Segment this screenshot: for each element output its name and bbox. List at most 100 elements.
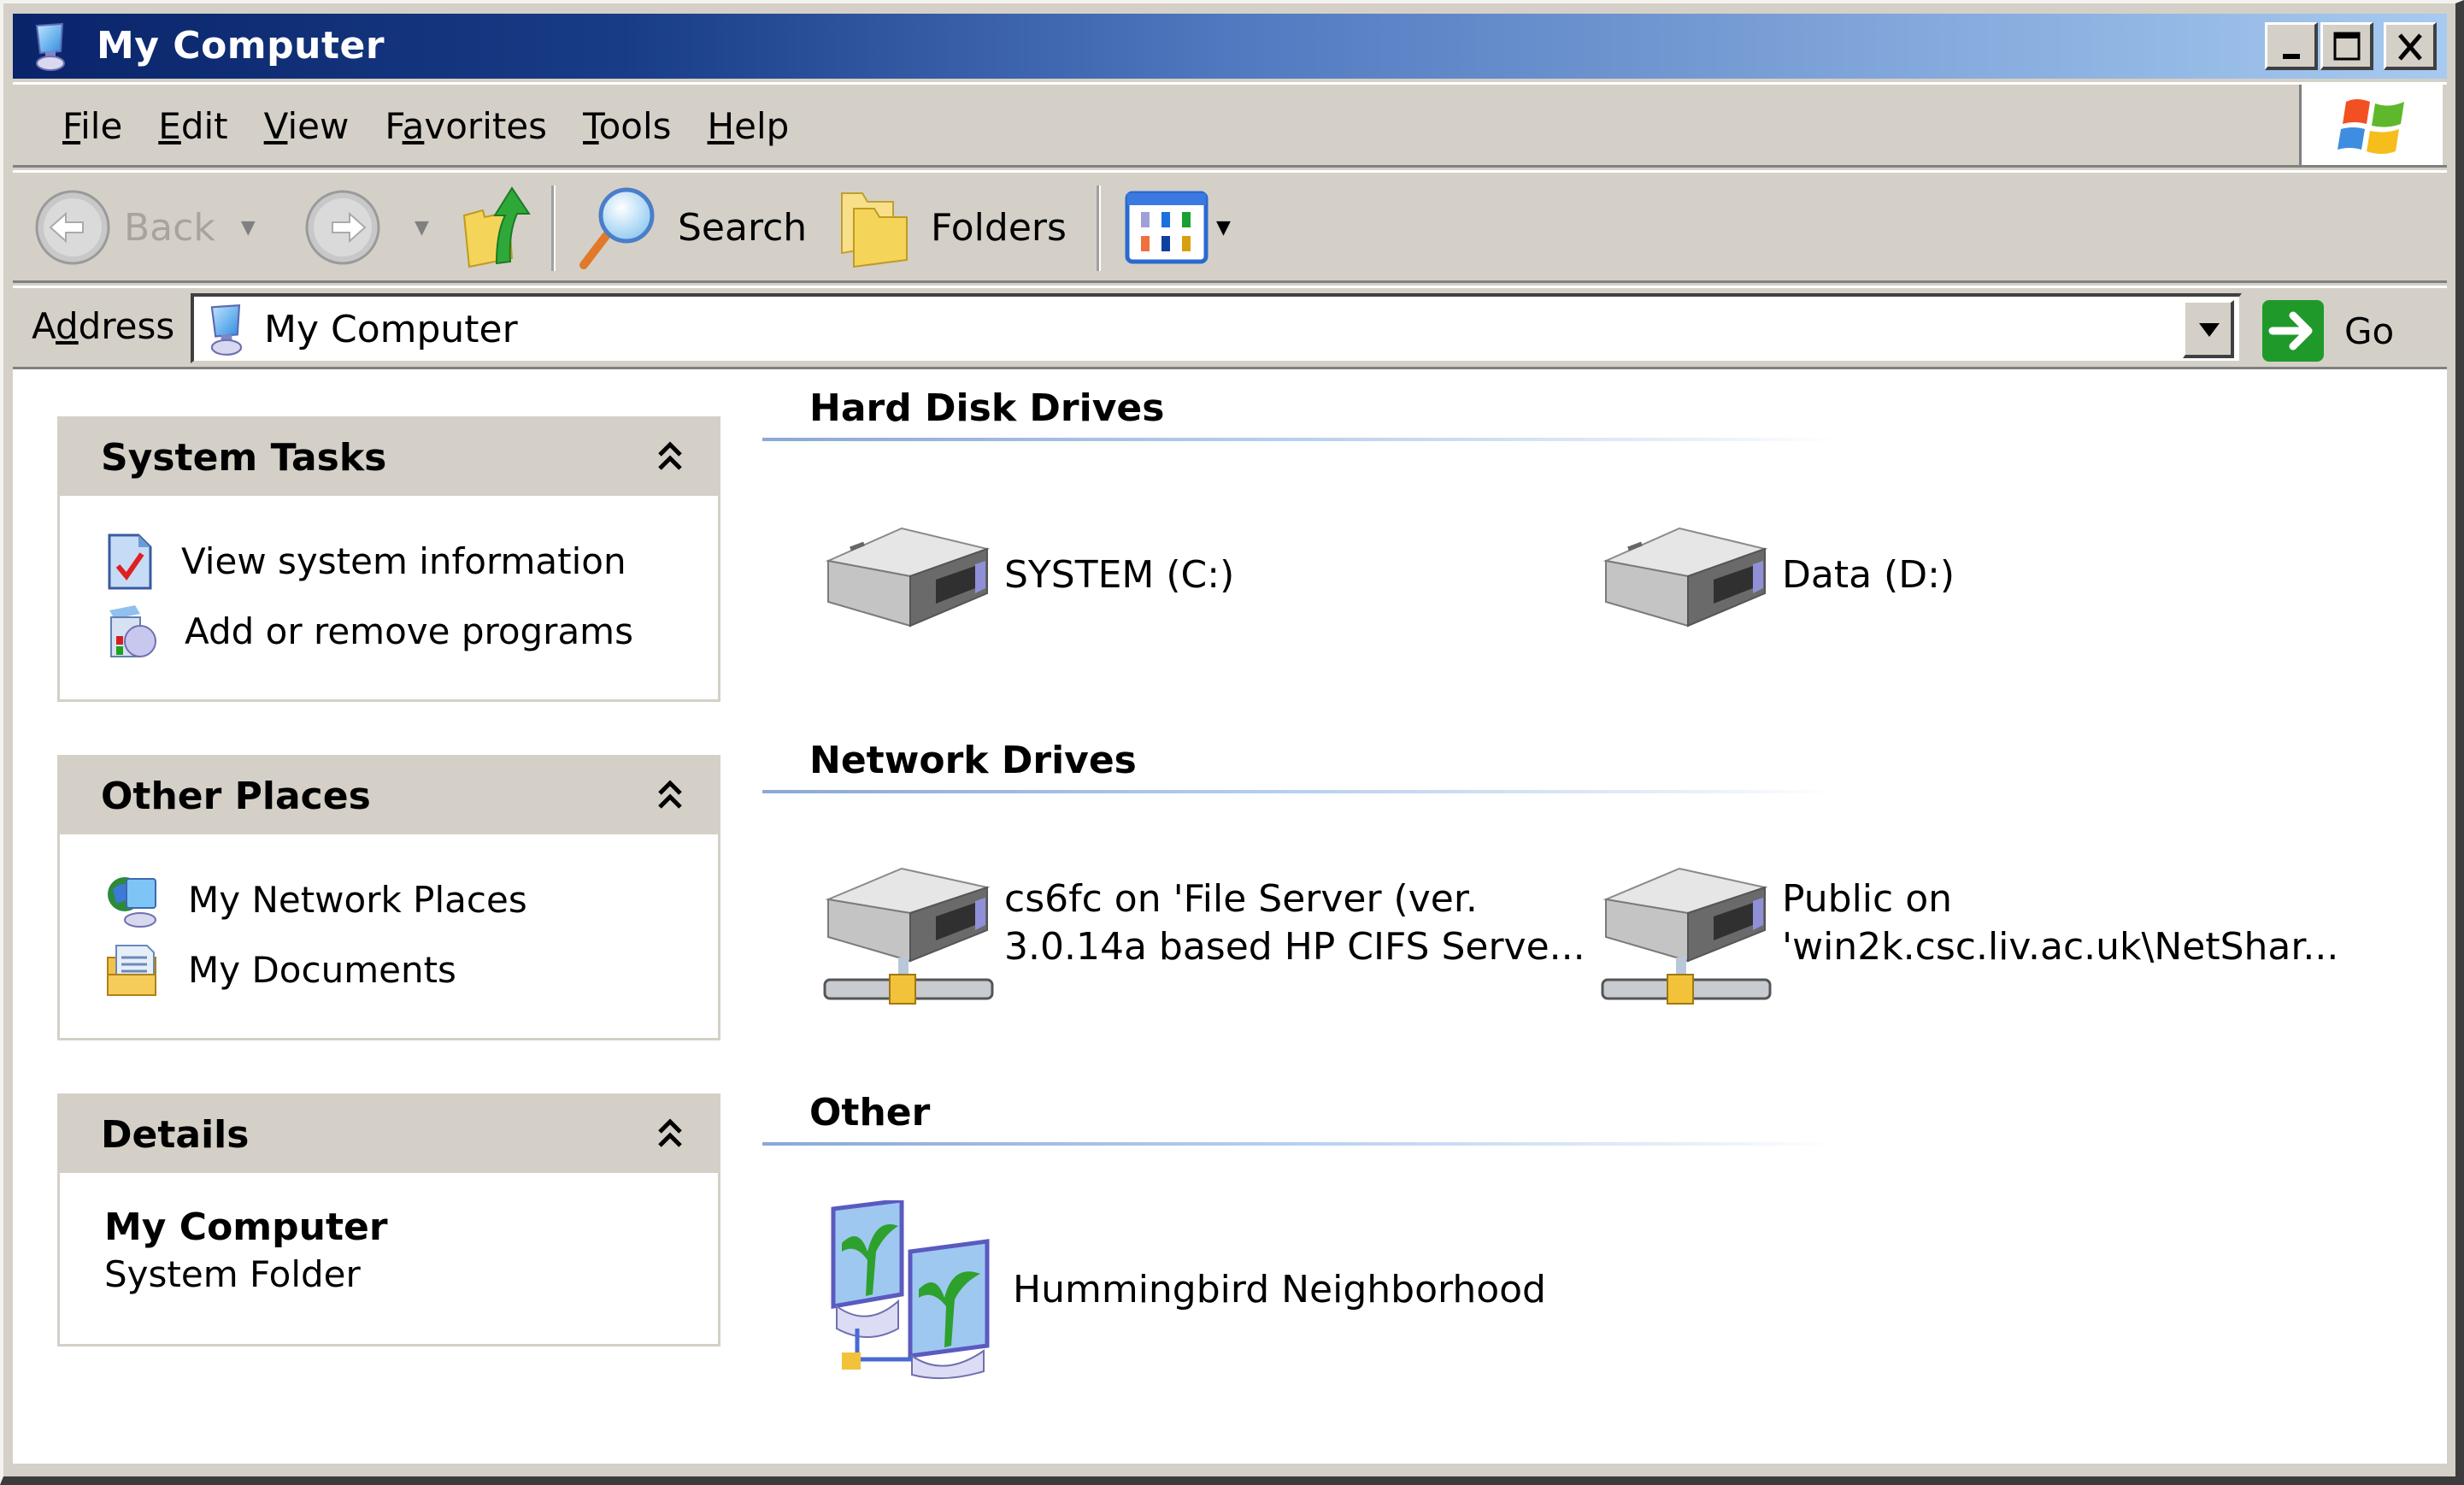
menu-edit-rest: dit	[180, 105, 228, 147]
hard-drive-icon	[825, 527, 991, 628]
my-documents-link[interactable]: My Documents	[104, 940, 456, 1000]
network-drive-public-label: Public on 'win2k.csc.liv.ac.uk\NetShar..…	[1782, 875, 2338, 971]
menu-help-rest: elp	[734, 105, 790, 147]
network-drive-cs6fc-line2: 3.0.14a based HP CIFS Serve...	[1004, 925, 1585, 969]
menu-help-accel: H	[707, 105, 735, 147]
details-title: Details	[101, 1113, 250, 1157]
add-remove-programs-link[interactable]: Add or remove programs	[104, 602, 633, 662]
collapse-icon[interactable]	[656, 438, 684, 479]
address-dropdown-button[interactable]	[2183, 300, 2234, 358]
menu-bar: File Edit View Favorites Tools Help	[13, 82, 2447, 168]
menu-favorites-rest: vorites	[424, 105, 548, 147]
toolbar: Back ▼ ▼ Search Folders ▼	[13, 170, 2447, 283]
forward-button[interactable]: ▼	[303, 188, 429, 267]
menu-file-accel: F	[62, 105, 81, 147]
section-network-drives: Network Drives	[809, 739, 1137, 782]
drive-data-d-label: Data (D:)	[1782, 553, 1955, 597]
go-button[interactable]: Go	[2261, 298, 2394, 363]
minimize-button[interactable]	[2265, 22, 2318, 70]
address-value: My Computer	[264, 308, 518, 351]
drive-system-c[interactable]: SYSTEM (C:)	[816, 520, 1234, 631]
menu-file[interactable]: File	[47, 103, 143, 150]
my-computer-icon	[206, 303, 247, 360]
up-folder-button[interactable]	[457, 181, 534, 270]
menu-edit-accel: E	[158, 105, 181, 147]
chevron-down-icon	[2199, 323, 2220, 337]
search-button[interactable]: Search	[577, 183, 807, 272]
system-tasks-header[interactable]: System Tasks	[60, 419, 718, 496]
folders-label: Folders	[931, 205, 1067, 250]
hummingbird-neighborhood-label: Hummingbird Neighborhood	[1013, 1268, 1546, 1311]
search-label: Search	[678, 205, 808, 250]
menu-favorites-pre: F	[385, 105, 403, 147]
back-dropdown-icon[interactable]: ▼	[241, 217, 256, 239]
network-drive-icon	[1601, 867, 1772, 1005]
details-panel: Details My Computer System Folder	[57, 1093, 720, 1347]
views-dropdown-icon[interactable]: ▼	[1216, 217, 1231, 239]
my-computer-icon	[32, 22, 69, 72]
add-remove-programs-icon	[109, 605, 156, 657]
add-remove-programs-label: Add or remove programs	[185, 610, 633, 652]
drive-data-d[interactable]: Data (D:)	[1594, 520, 1955, 631]
network-drive-cs6fc[interactable]: cs6fc on 'File Server (ver. 3.0.14a base…	[816, 863, 1585, 1009]
network-places-icon	[108, 877, 156, 928]
close-icon	[2398, 33, 2422, 61]
network-drive-public-line2: 'win2k.csc.liv.ac.uk\NetShar...	[1782, 925, 2339, 969]
title-bar[interactable]: My Computer	[13, 14, 2447, 79]
other-places-title: Other Places	[101, 775, 371, 818]
folders-button[interactable]: Folders	[833, 185, 1067, 270]
menu-view-accel: V	[263, 105, 288, 147]
network-drive-public[interactable]: Public on 'win2k.csc.liv.ac.uk\NetShar..…	[1594, 863, 2338, 1009]
hummingbird-neighborhood[interactable]: Hummingbird Neighborhood	[816, 1200, 1546, 1380]
my-documents-label: My Documents	[188, 949, 456, 991]
view-system-information-label: View system information	[181, 540, 626, 582]
minimize-icon	[2283, 54, 2300, 59]
menu-tools-accel: T	[583, 105, 599, 147]
system-info-icon	[108, 533, 152, 590]
details-type: System Folder	[104, 1253, 361, 1295]
section-divider	[762, 1142, 1839, 1146]
forward-dropdown-icon[interactable]: ▼	[415, 217, 429, 239]
section-divider	[762, 790, 1839, 793]
up-folder-icon	[462, 186, 531, 268]
hard-drive-icon	[1602, 527, 1768, 628]
content-area: System Tasks View system information Add…	[13, 369, 2447, 1464]
menu-edit[interactable]: Edit	[143, 103, 248, 150]
menu-tools-rest: ools	[598, 105, 672, 147]
system-tasks-panel: System Tasks View system information Add…	[57, 416, 720, 702]
menu-favorites[interactable]: Favorites	[369, 103, 567, 150]
my-network-places-link[interactable]: My Network Places	[104, 870, 527, 930]
network-drive-public-line1: Public on	[1782, 877, 1953, 921]
toolbar-separator	[551, 186, 556, 271]
windows-logo-box	[2299, 85, 2443, 165]
collapse-icon[interactable]	[656, 776, 684, 817]
menu-tools[interactable]: Tools	[567, 103, 691, 150]
other-places-header[interactable]: Other Places	[60, 757, 718, 834]
folders-icon	[841, 192, 908, 268]
views-button[interactable]: ▼	[1124, 190, 1231, 265]
section-hard-disk-drives: Hard Disk Drives	[809, 386, 1165, 430]
address-input[interactable]: My Computer	[191, 293, 2242, 363]
drive-system-c-label: SYSTEM (C:)	[1004, 553, 1235, 597]
toolbar-separator	[1097, 186, 1101, 271]
menu-view[interactable]: View	[249, 103, 370, 150]
view-system-information-link[interactable]: View system information	[104, 532, 626, 592]
maximize-icon	[2333, 32, 2361, 61]
details-header[interactable]: Details	[60, 1096, 718, 1173]
close-button[interactable]	[2384, 22, 2437, 70]
my-network-places-label: My Network Places	[188, 879, 527, 921]
collapse-icon[interactable]	[656, 1115, 684, 1156]
address-label-pre: A	[32, 305, 56, 347]
other-places-panel: Other Places My Network Places My Docume…	[57, 755, 720, 1040]
menu-help[interactable]: Help	[692, 103, 810, 150]
windows-logo-icon	[2338, 99, 2404, 154]
network-drive-icon	[823, 867, 994, 1005]
back-label: Back	[124, 205, 215, 250]
forward-arrow-icon	[305, 190, 380, 265]
address-label: Address	[32, 303, 174, 350]
network-drive-cs6fc-line1: cs6fc on 'File Server (ver.	[1004, 877, 1478, 921]
back-button[interactable]: Back ▼	[33, 188, 256, 267]
maximize-button[interactable]	[2320, 22, 2373, 70]
back-arrow-icon	[35, 190, 110, 265]
views-icon	[1125, 191, 1208, 264]
